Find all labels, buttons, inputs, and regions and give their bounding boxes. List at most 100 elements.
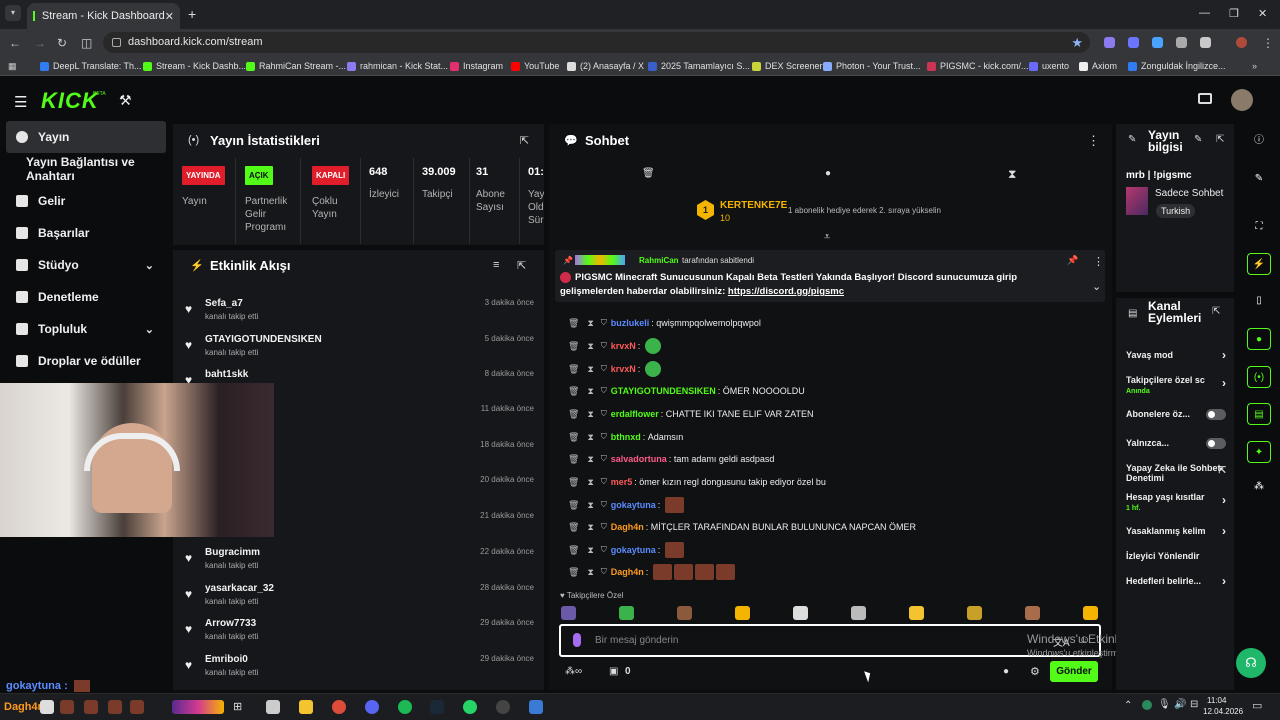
action-slow-mode[interactable]: Yavaş mod › bbox=[1126, 349, 1226, 361]
extension-icon[interactable] bbox=[1176, 37, 1187, 48]
follower-name[interactable]: baht1skk bbox=[205, 369, 248, 380]
close-window-button[interactable]: ✕ bbox=[1258, 7, 1267, 20]
new-tab-button[interactable]: + bbox=[188, 6, 196, 22]
edit-icon[interactable]: ✎ bbox=[1194, 134, 1202, 145]
emote-button[interactable] bbox=[793, 606, 808, 620]
bookmark[interactable]: RahmiCan Stream -... bbox=[246, 56, 346, 76]
action-subscribers-only[interactable]: Abonelere öz... bbox=[1126, 409, 1226, 420]
emote-button[interactable] bbox=[1083, 606, 1098, 620]
delete-message-icon[interactable]: 🗑 bbox=[568, 500, 579, 511]
sidebar-item-droplar[interactable]: Droplar ve ödüller bbox=[0, 345, 172, 377]
hourglass-icon[interactable]: ⧗ bbox=[1008, 167, 1016, 182]
bookmark[interactable]: rahmican - Kick Stat... bbox=[347, 56, 448, 76]
whatsapp-icon[interactable] bbox=[463, 700, 477, 714]
network-icon[interactable]: ⊟ bbox=[1190, 699, 1198, 710]
profile-avatar[interactable] bbox=[1236, 37, 1247, 48]
chat-username[interactable]: krvxN bbox=[611, 341, 636, 351]
chat-username[interactable]: buzlukeli bbox=[611, 318, 650, 328]
community-icon[interactable]: ⁂ bbox=[1247, 476, 1271, 498]
delete-message-icon[interactable]: 🗑 bbox=[568, 432, 579, 443]
bookmark[interactable]: Zonguldak İngilizce... bbox=[1128, 56, 1226, 76]
extensions-puzzle-icon[interactable] bbox=[1200, 37, 1211, 48]
minimize-button[interactable]: — bbox=[1199, 7, 1210, 19]
notification-icon[interactable]: ▭ bbox=[1252, 699, 1262, 712]
bookmark-star-icon[interactable]: ★ bbox=[1071, 32, 1083, 53]
follower-name[interactable]: Arrow7733 bbox=[205, 618, 256, 629]
timeout-icon[interactable]: ⧗ bbox=[587, 386, 593, 397]
emote-button[interactable] bbox=[967, 606, 982, 620]
broadcast-icon[interactable]: (•) bbox=[1247, 366, 1271, 388]
discord-icon[interactable] bbox=[365, 700, 379, 714]
emote-button[interactable] bbox=[851, 606, 866, 620]
spotify-icon[interactable] bbox=[398, 700, 412, 714]
browser-menu-icon[interactable]: ⋮ bbox=[1262, 36, 1274, 50]
support-button[interactable]: ☊ bbox=[1236, 648, 1266, 678]
delete-message-icon[interactable]: 🗑 bbox=[568, 522, 579, 533]
chat-bubble-icon[interactable]: ● bbox=[825, 168, 831, 179]
clock-time[interactable]: 11:04 bbox=[1207, 696, 1226, 705]
studio-icon[interactable] bbox=[1198, 93, 1212, 104]
sidebar-item-yayin[interactable]: Yayın bbox=[6, 121, 166, 153]
site-info-icon[interactable] bbox=[112, 38, 121, 47]
restore-button[interactable]: ❐ bbox=[1229, 7, 1239, 20]
bookmark[interactable]: Axiom bbox=[1079, 56, 1117, 76]
sidebar-item-basarilar[interactable]: Başarılar bbox=[0, 217, 172, 249]
bookmark[interactable]: PIGSMC - kick.com/... bbox=[927, 56, 1029, 76]
chat-username[interactable]: Dagh4n bbox=[611, 567, 644, 577]
search-icon[interactable] bbox=[40, 700, 54, 714]
user-avatar[interactable] bbox=[1231, 89, 1253, 111]
sidebar-item-denetleme[interactable]: Denetleme bbox=[0, 281, 172, 313]
delete-message-icon[interactable]: 🗑 bbox=[568, 386, 579, 397]
unpin-icon[interactable]: 📌 bbox=[1067, 255, 1078, 266]
edit-icon[interactable]: ✎ bbox=[1247, 168, 1271, 190]
sidebar-item-topluluk[interactable]: Topluluk ⌄ bbox=[0, 313, 172, 345]
follower-name[interactable]: Bugracimm bbox=[205, 547, 260, 558]
chat-username[interactable]: Dagh4n bbox=[611, 522, 644, 532]
delete-message-icon[interactable]: 🗑 bbox=[568, 545, 579, 556]
settings-gear-icon[interactable]: ⚙ bbox=[1030, 665, 1040, 678]
timeout-icon[interactable]: ⧗ bbox=[587, 341, 593, 352]
chat-bubble-icon[interactable]: ● bbox=[1247, 328, 1271, 350]
timeout-icon[interactable]: ⧗ bbox=[587, 500, 593, 511]
action-emotes-only[interactable]: Yalnızca... bbox=[1126, 438, 1226, 449]
emote-button[interactable] bbox=[909, 606, 924, 620]
url-input[interactable]: dashboard.kick.com/stream ★ bbox=[103, 32, 1090, 53]
chat-username[interactable]: salvadortuna bbox=[611, 454, 667, 464]
wrench-icon[interactable]: ✦ bbox=[1247, 441, 1271, 463]
delete-message-icon[interactable]: 🗑 bbox=[568, 567, 579, 578]
follower-name[interactable]: yasarkacar_32 bbox=[205, 583, 274, 594]
chat-input[interactable]: Bir mesaj gönderin 文A ☺ bbox=[559, 624, 1101, 657]
action-goals[interactable]: Hedefleri belirle... › bbox=[1126, 575, 1226, 587]
expand-pinned-icon[interactable]: ⌄ bbox=[1092, 280, 1101, 293]
info-icon[interactable]: ⓘ bbox=[1247, 130, 1271, 152]
file-explorer-icon[interactable] bbox=[299, 700, 313, 714]
studio-icon[interactable]: ▤ bbox=[1247, 403, 1271, 425]
delete-message-icon[interactable]: 🗑 bbox=[568, 477, 579, 488]
task-view-icon[interactable]: ⊞ bbox=[233, 700, 247, 714]
bookmark[interactable]: Photon - Your Trust... bbox=[823, 56, 921, 76]
follower-name[interactable]: GTAYIGOTUNDENSIKEN bbox=[205, 334, 322, 345]
bookmark[interactable]: Instagram bbox=[450, 56, 503, 76]
delete-message-icon[interactable]: 🗑 bbox=[568, 318, 579, 329]
delete-message-icon[interactable]: 🗑 bbox=[568, 364, 579, 375]
tab-close-icon[interactable]: ✕ bbox=[165, 10, 174, 23]
tray-app-icon[interactable] bbox=[1142, 700, 1152, 710]
timeout-icon[interactable]: ⧗ bbox=[587, 545, 593, 556]
sidebar-item-gelir[interactable]: Gelir bbox=[0, 185, 172, 217]
widget-icon[interactable] bbox=[172, 700, 224, 714]
timeout-icon[interactable]: ⧗ bbox=[587, 409, 593, 420]
delete-message-icon[interactable]: 🗑 bbox=[568, 341, 579, 352]
timeout-icon[interactable]: ⧗ bbox=[587, 522, 593, 533]
apps-grid-icon[interactable]: ▦ bbox=[8, 56, 17, 76]
action-banned-words[interactable]: Yasaklanmış kelim › bbox=[1126, 525, 1226, 537]
subscribers-only-toggle[interactable] bbox=[1206, 409, 1226, 420]
timeout-icon[interactable]: ⧗ bbox=[587, 454, 593, 465]
chat-bubble-icon[interactable]: ● bbox=[1003, 666, 1009, 677]
forward-icon[interactable]: → bbox=[34, 36, 46, 50]
sidebar-item-stream-key[interactable]: Yayın Bağlantısı ve Anahtarı bbox=[0, 153, 172, 185]
follower-name[interactable]: Sefa_a7 bbox=[205, 298, 243, 309]
chat-username[interactable]: krvxN bbox=[611, 364, 636, 374]
app-icon[interactable] bbox=[266, 700, 280, 714]
tray-expand-icon[interactable]: ⌃ bbox=[1124, 700, 1132, 711]
chat-username[interactable]: GTAYIGOTUNDENSIKEN bbox=[611, 386, 716, 396]
